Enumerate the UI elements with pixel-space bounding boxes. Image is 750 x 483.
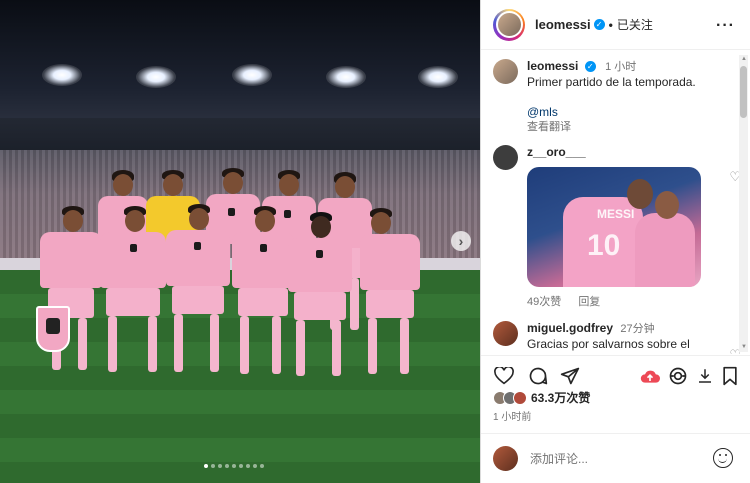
instagram-post-dialog: › leomessi ✓ • 已关注 ··· leomessi ✓ 1 小时 P… bbox=[0, 0, 750, 483]
comment-item: z__oro___ MESSI 10 49次赞 回复 bbox=[493, 145, 743, 309]
carousel-dot bbox=[253, 464, 257, 468]
carousel-dot bbox=[246, 464, 250, 468]
separator-dot: • bbox=[608, 17, 613, 32]
carousel-dot bbox=[260, 464, 264, 468]
mention-link[interactable]: @mls bbox=[527, 105, 733, 120]
following-status-button[interactable]: 已关注 bbox=[617, 16, 653, 33]
carousel-dot bbox=[204, 464, 208, 468]
comments-scroll-area[interactable]: leomessi ✓ 1 小时 Primer partido de la tem… bbox=[481, 51, 750, 354]
post-caption: leomessi ✓ 1 小时 Primer partido de la tem… bbox=[493, 59, 733, 135]
author-username[interactable]: leomessi bbox=[535, 17, 591, 32]
likes-summary[interactable]: 63.3万次赞 bbox=[493, 389, 590, 406]
post-media-photo[interactable]: › bbox=[0, 0, 480, 483]
verified-badge-icon: ✓ bbox=[584, 61, 596, 72]
caption-time: 1 小时 bbox=[605, 61, 637, 73]
scrollbar-thumb[interactable] bbox=[740, 66, 747, 118]
scroll-down-arrow-icon[interactable]: ▼ bbox=[741, 344, 747, 350]
carousel-indicator bbox=[204, 464, 264, 468]
comment-time: 27分钟 bbox=[620, 323, 655, 335]
comment-item: miguel.godfrey 27分钟 Gracias por salvarno… bbox=[493, 321, 743, 352]
bookmark-icon[interactable] bbox=[719, 365, 741, 387]
post-header: leomessi ✓ • 已关注 ··· bbox=[481, 0, 750, 50]
current-user-avatar bbox=[493, 446, 518, 471]
reply-button[interactable]: 回复 bbox=[578, 296, 600, 308]
verified-badge-icon: ✓ bbox=[593, 19, 605, 30]
comment-avatar[interactable] bbox=[493, 145, 518, 170]
club-flag bbox=[36, 306, 70, 352]
scroll-up-arrow-icon[interactable]: ▲ bbox=[741, 56, 747, 62]
carousel-dot bbox=[211, 464, 215, 468]
heart-icon[interactable] bbox=[493, 365, 515, 387]
comment-username[interactable]: z__oro___ bbox=[527, 145, 586, 159]
liker-avatar bbox=[513, 390, 527, 405]
comment-username[interactable]: miguel.godfrey bbox=[527, 321, 613, 335]
add-comment-bar: 添加评论... bbox=[481, 433, 750, 483]
comment-gif-image: MESSI 10 bbox=[527, 167, 701, 287]
gif-jersey-name: MESSI bbox=[597, 207, 635, 221]
more-horizontal-icon[interactable]: ··· bbox=[716, 17, 735, 35]
comment-text: Gracias por salvarnos sobre el bbox=[527, 337, 690, 351]
carousel-dot bbox=[225, 464, 229, 468]
carousel-dot bbox=[232, 464, 236, 468]
threads-icon[interactable] bbox=[667, 365, 689, 387]
comment-likes[interactable]: 49次赞 bbox=[527, 296, 561, 308]
carousel-dot bbox=[239, 464, 243, 468]
comment-icon[interactable] bbox=[527, 365, 549, 387]
author-avatar[interactable] bbox=[493, 8, 525, 41]
caption-username[interactable]: leomessi bbox=[527, 59, 578, 73]
cloud-upload-icon[interactable] bbox=[639, 365, 661, 387]
post-side-panel: leomessi ✓ • 已关注 ··· leomessi ✓ 1 小时 Pri… bbox=[480, 0, 750, 483]
comment-avatar[interactable] bbox=[493, 321, 518, 346]
carousel-next-button[interactable]: › bbox=[451, 231, 471, 251]
gif-jersey-number: 10 bbox=[587, 229, 621, 262]
add-comment-input[interactable]: 添加评论... bbox=[530, 450, 588, 467]
emoji-icon[interactable] bbox=[713, 448, 733, 468]
post-timestamp: 1 小时前 bbox=[493, 412, 532, 423]
translate-link[interactable]: 查看翻译 bbox=[527, 120, 733, 135]
carousel-dot bbox=[218, 464, 222, 468]
download-icon[interactable] bbox=[694, 365, 716, 387]
caption-text: Primer partido de la temporada. bbox=[527, 75, 696, 89]
team-photo bbox=[0, 0, 480, 483]
post-actions-bar bbox=[481, 355, 750, 393]
send-icon[interactable] bbox=[559, 365, 581, 387]
caption-avatar[interactable] bbox=[493, 59, 518, 84]
likes-count[interactable]: 63.3万次赞 bbox=[531, 389, 590, 406]
